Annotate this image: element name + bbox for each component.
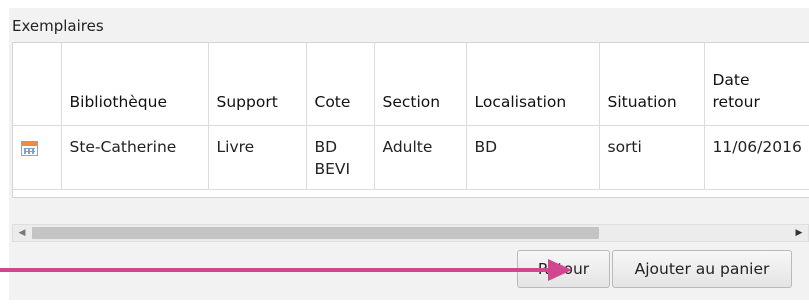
header-date-retour-line1: Date — [712, 70, 750, 89]
cell-bibliotheque: Ste-Catherine — [60, 124, 209, 190]
header-date-retour-line2: retour — [712, 92, 760, 111]
cell-support: Livre — [207, 124, 307, 190]
cell-cote: BD BEVI — [305, 124, 375, 190]
exemplaires-panel: Exemplaires Bibliothèque Support Cote Se… — [9, 8, 809, 300]
calendar-icon[interactable] — [21, 140, 38, 156]
row-icon-cell — [13, 124, 62, 190]
exemplaires-table: Bibliothèque Support Cote Section Locali… — [13, 43, 809, 190]
cell-cote-line2: BEVI — [314, 159, 351, 178]
scroll-right-icon[interactable]: ▶ — [790, 225, 808, 241]
header-situation[interactable]: Situation — [598, 43, 705, 126]
header-date-retour[interactable]: Date retour — [703, 43, 809, 126]
annotation-arrow-line — [0, 268, 560, 272]
cell-section: Adulte — [373, 124, 467, 190]
header-support[interactable]: Support — [207, 43, 307, 126]
ajouter-au-panier-button[interactable]: Ajouter au panier — [612, 250, 792, 288]
scroll-left-icon[interactable]: ◀ — [13, 225, 31, 241]
header-bibliotheque[interactable]: Bibliothèque — [60, 43, 209, 126]
header-section[interactable]: Section — [373, 43, 467, 126]
horizontal-scrollbar[interactable]: ◀ ▶ — [12, 224, 809, 242]
scrollbar-thumb[interactable] — [32, 227, 599, 239]
cell-situation: sorti — [598, 124, 705, 190]
table-row[interactable]: Ste-Catherine Livre BD BEVI Adulte BD so… — [13, 124, 809, 190]
panel-title: Exemplaires — [12, 17, 104, 35]
annotation-arrow-head-icon — [548, 259, 572, 281]
header-cote[interactable]: Cote — [305, 43, 375, 126]
cell-date-retour: 11/06/2016 — [703, 124, 809, 190]
header-icon-column — [13, 43, 62, 126]
cell-cote-line1: BD — [314, 137, 338, 156]
table-header-row: Bibliothèque Support Cote Section Locali… — [13, 43, 809, 126]
cell-localisation: BD — [465, 124, 600, 190]
exemplaires-table-container: Bibliothèque Support Cote Section Locali… — [12, 42, 809, 198]
header-localisation[interactable]: Localisation — [465, 43, 600, 126]
